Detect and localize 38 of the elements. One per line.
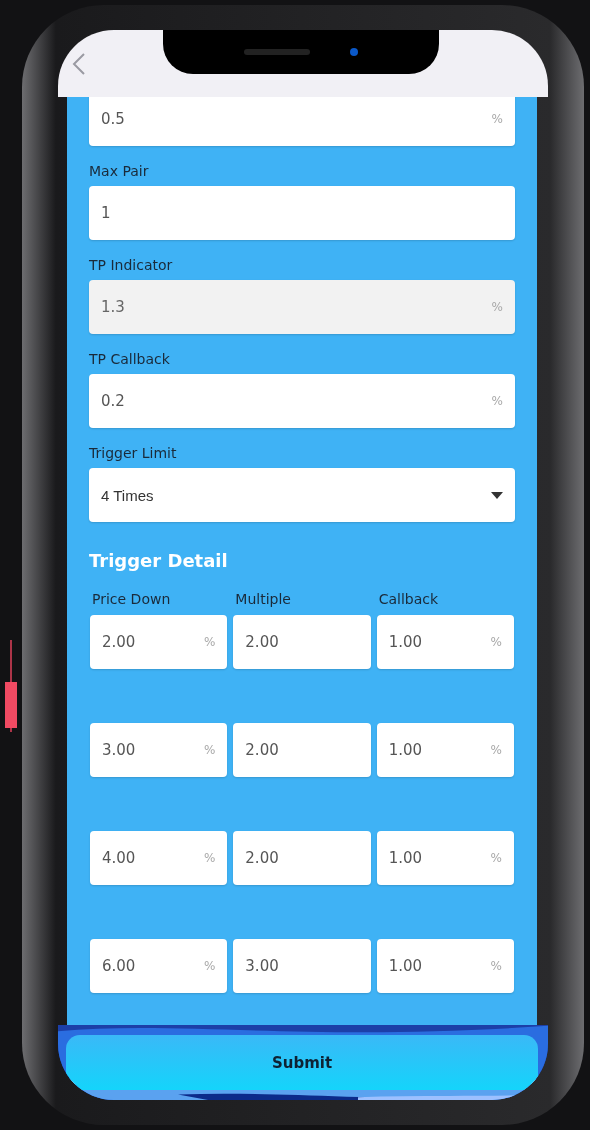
unit-label: % [203,743,216,757]
field-label: Trigger Limit [89,445,178,461]
unit-label: % [490,959,502,973]
column-header: Multiple [234,591,292,607]
unit-label: % [203,959,216,973]
input-field[interactable]: 1.00 % [376,831,514,885]
input-field[interactable]: 1.00 % [376,723,514,777]
caret-icon [491,491,503,499]
field-label: TP Callback [89,351,171,367]
dropdown[interactable]: 4 Times [89,468,515,522]
back-icon[interactable] [72,51,86,76]
input-field[interactable]: 2.00 [233,723,371,777]
field-label: Max Pair [89,163,150,179]
unit-label: % [491,112,503,126]
column-header: Callback [377,591,440,607]
input-field[interactable]: 1 [89,186,515,240]
input-field[interactable]: 2.00 % [90,615,228,669]
unit-label: % [203,851,216,865]
input-field[interactable]: 1.00 % [376,939,514,993]
field-label: TP Indicator [89,257,174,273]
input-field[interactable]: 4.00 % [90,831,228,885]
input-field[interactable]: 3.00 [233,939,371,993]
input-field[interactable]: 2.00 [233,831,371,885]
unit-label: % [490,743,502,757]
column-header: Price Down [91,591,172,607]
submit-button[interactable]: Submit [66,1035,538,1090]
input-field[interactable]: 2.00 [233,615,371,669]
unit-label: % [203,635,216,649]
input-field[interactable]: 6.00 % [90,939,228,993]
unit-label: % [491,394,503,408]
input-field[interactable]: 0.2 % [89,374,515,428]
unit-label: % [491,300,503,314]
input-field[interactable]: 0.5 % [89,97,515,146]
unit-label: % [490,851,502,865]
input-field[interactable]: 3.00 % [90,723,228,777]
unit-label: % [490,635,502,649]
input-field[interactable]: 1.00 % [376,615,514,669]
section-title: Trigger Detail [89,550,229,571]
